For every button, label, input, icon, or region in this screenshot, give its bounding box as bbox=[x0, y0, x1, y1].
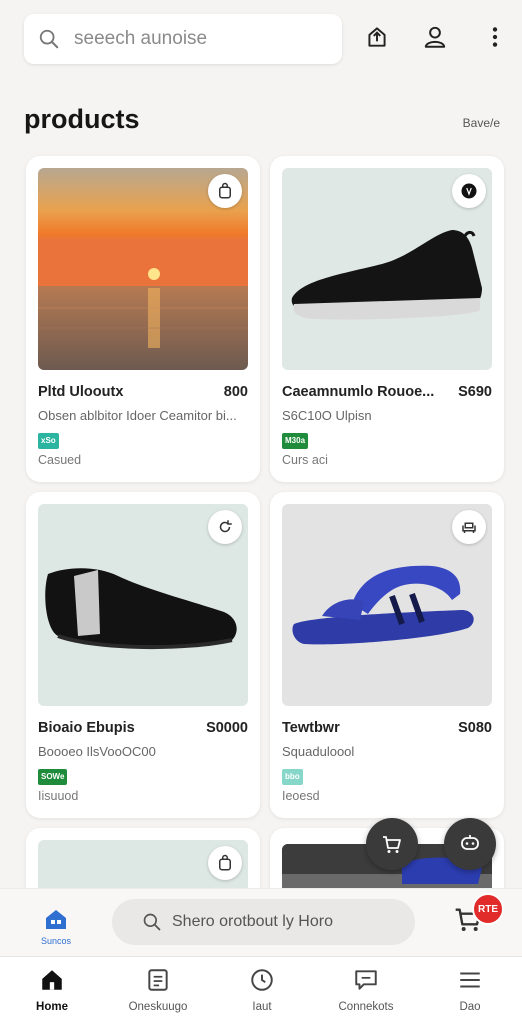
cart-icon bbox=[383, 836, 401, 853]
chat-icon bbox=[355, 970, 377, 990]
search-placeholder: seeech aunoise bbox=[74, 28, 208, 49]
bottom-search-text: Shero orotbout ly Horo bbox=[172, 913, 333, 930]
section-title: products bbox=[24, 104, 140, 134]
search-input[interactable]: seeech aunoise bbox=[24, 14, 342, 64]
nav-label: Oneskuugo bbox=[128, 1001, 188, 1013]
share-icon[interactable] bbox=[362, 22, 392, 52]
product-name: Caeamnumlo Rouoe... bbox=[282, 384, 435, 400]
product-badge: bbo bbox=[282, 769, 303, 785]
nav-item-home[interactable]: Home bbox=[2, 967, 102, 1013]
see-all-link[interactable]: Bave/e bbox=[463, 116, 500, 130]
search-icon bbox=[39, 29, 59, 49]
product-name: Pltd Ulooutx bbox=[38, 384, 124, 400]
product-name: Tewtbwr bbox=[282, 720, 340, 736]
refresh-icon[interactable] bbox=[208, 510, 242, 544]
home-shortcut[interactable]: Suncos bbox=[30, 907, 82, 946]
product-description: S6C10O Ulpisn bbox=[282, 408, 372, 423]
product-badge: M30a bbox=[282, 433, 309, 449]
menu-icon bbox=[460, 972, 480, 988]
product-status: Ieoesd bbox=[282, 789, 320, 803]
product-price: 800 bbox=[223, 384, 248, 400]
product-description: Boooeo IlsVooOC00 bbox=[38, 744, 156, 759]
product-description: Obsen ablbitor Idoer Ceamitor bi... bbox=[38, 408, 237, 423]
nav-label: Iaut bbox=[252, 1001, 272, 1013]
bag-icon[interactable] bbox=[208, 174, 242, 208]
nav-label: Connekots bbox=[338, 1001, 394, 1013]
product-name: Bioaio Ebupis bbox=[38, 720, 135, 736]
clock-icon bbox=[251, 969, 273, 991]
home-shortcut-label: Suncos bbox=[40, 936, 72, 946]
product-price: S080 bbox=[458, 720, 492, 736]
cart-count-badge: RTE bbox=[472, 893, 504, 925]
product-status: Casued bbox=[38, 453, 82, 467]
user-icon[interactable] bbox=[420, 22, 450, 52]
search-icon bbox=[143, 913, 161, 931]
nav-item-contacts[interactable]: Connekots bbox=[316, 967, 416, 1013]
top-bar: seeech aunoise bbox=[0, 0, 522, 80]
product-card[interactable]: Bioaio Ebupis S0000 Boooeo IlsVooOC00 SO… bbox=[26, 492, 260, 818]
bag-icon[interactable] bbox=[208, 846, 242, 880]
product-badge: SOWe bbox=[38, 769, 68, 785]
more-vertical-icon[interactable] bbox=[480, 22, 510, 52]
home-icon bbox=[42, 970, 62, 990]
cart-button[interactable]: RTE bbox=[452, 893, 504, 939]
chat-icon bbox=[461, 835, 479, 850]
product-status: Iisuuod bbox=[38, 789, 79, 803]
product-price: S0000 bbox=[206, 720, 248, 736]
product-description: Squaduloool bbox=[282, 744, 355, 759]
bottom-search-strip: Suncos Shero orotbout ly Horo RTE bbox=[0, 888, 522, 956]
home-icon bbox=[46, 910, 66, 929]
dark-circle-icon[interactable] bbox=[452, 174, 486, 208]
product-status: Curs aci bbox=[282, 453, 328, 467]
product-card[interactable]: Pltd Ulooutx 800 Obsen ablbitor Idoer Ce… bbox=[26, 156, 260, 482]
bottom-search-input[interactable]: Shero orotbout ly Horo bbox=[112, 899, 415, 945]
product-badge: xSo bbox=[38, 433, 59, 449]
product-card[interactable]: Tewtbwr S080 Squaduloool bbo Ieoesd bbox=[270, 492, 504, 818]
nav-item-more[interactable]: Dao bbox=[420, 967, 520, 1013]
floating-cart-button[interactable] bbox=[366, 818, 418, 870]
sofa-icon[interactable] bbox=[452, 510, 486, 544]
nav-label: Home bbox=[36, 1001, 68, 1013]
product-card[interactable]: Caeamnumlo Rouoe... S690 S6C10O Ulpisn M… bbox=[270, 156, 504, 482]
nav-item-history[interactable]: Iaut bbox=[212, 967, 312, 1013]
product-price: S690 bbox=[458, 384, 492, 400]
nav-item-orders[interactable]: Oneskuugo bbox=[108, 967, 208, 1013]
bottom-nav: Home Oneskuugo Iaut Connekots Dao bbox=[0, 956, 522, 1024]
nav-label: Dao bbox=[459, 1001, 481, 1013]
floating-chat-button[interactable] bbox=[444, 818, 496, 870]
list-icon bbox=[148, 969, 168, 991]
